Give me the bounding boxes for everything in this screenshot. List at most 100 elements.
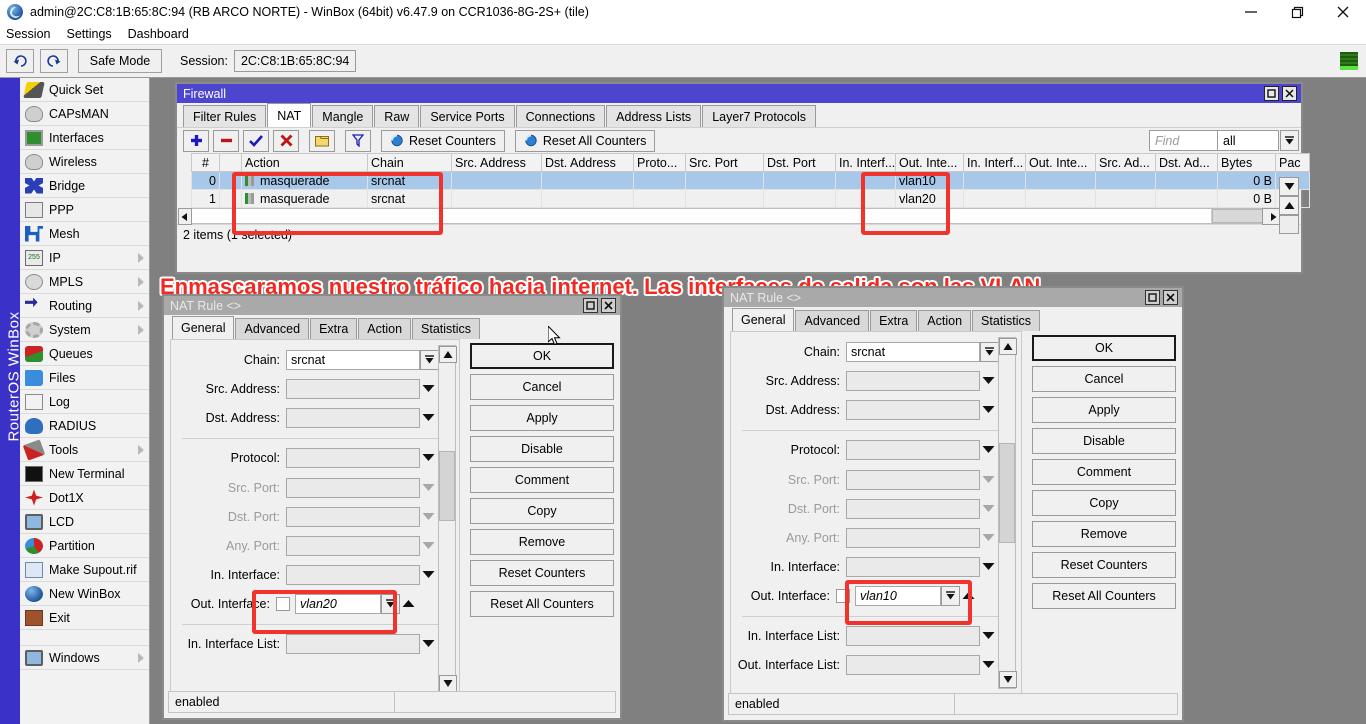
nat-left-out-interface-chevron-up-icon[interactable] [400, 594, 416, 614]
sidebar-item-lcd[interactable]: LCD [20, 510, 149, 534]
firewall-tab-filter-rules[interactable]: Filter Rules [183, 105, 266, 127]
nat-right-dst-address-chevron-down-icon[interactable] [980, 400, 996, 420]
nat-left-src-port-chevron-down-icon[interactable] [420, 478, 436, 498]
nat-left-out-interface-dropdown-icon[interactable] [381, 594, 400, 614]
nat-right-close-button[interactable] [1163, 290, 1178, 305]
sidebar-item-mpls[interactable]: MPLS [20, 270, 149, 294]
nat-right-out-interface-list-chevron-down-icon[interactable] [980, 655, 996, 675]
sidebar-item-new-terminal[interactable]: New Terminal [20, 462, 149, 486]
close-button[interactable] [1320, 0, 1366, 24]
nat-right-tab-action[interactable]: Action [918, 310, 971, 331]
nat-right-comment-button[interactable]: Comment [1032, 459, 1176, 485]
nat-right-dst-port-input[interactable] [846, 499, 980, 519]
nat-left-close-button[interactable] [601, 298, 616, 313]
nat-left-out-interface-negate-checkbox[interactable] [276, 597, 290, 611]
table-row[interactable]: 1masqueradesrcnatvlan200 B [192, 190, 1310, 208]
reset-counters-button[interactable]: Reset Counters [381, 130, 505, 152]
add-rule-button[interactable] [183, 130, 209, 152]
nat-right-out-interface-dropdown-icon[interactable] [941, 586, 960, 606]
nat-right-in-interface-list-chevron-down-icon[interactable] [980, 626, 996, 646]
sidebar-item-interfaces[interactable]: Interfaces [20, 126, 149, 150]
sidebar-item-wireless[interactable]: Wireless [20, 150, 149, 174]
firewall-tab-service-ports[interactable]: Service Ports [420, 105, 514, 127]
nat-right-protocol-chevron-down-icon[interactable] [980, 440, 996, 460]
nat-left-apply-button[interactable]: Apply [470, 405, 614, 431]
nat-right-tab-statistics[interactable]: Statistics [972, 310, 1040, 331]
nat-left-tab-statistics[interactable]: Statistics [412, 318, 480, 339]
column-header[interactable] [220, 154, 242, 172]
nat-left-reset-counters-button[interactable]: Reset Counters [470, 560, 614, 586]
nat-right-remove-button[interactable]: Remove [1032, 521, 1176, 547]
nat-left-protocol-chevron-down-icon[interactable] [420, 448, 436, 468]
firewall-tab-connections[interactable]: Connections [516, 105, 606, 127]
nat-left-dst-port-chevron-down-icon[interactable] [420, 507, 436, 527]
column-header[interactable]: Src. Port [686, 154, 764, 172]
column-header[interactable]: Dst. Port [764, 154, 836, 172]
nat-right-out-interface-input[interactable]: vlan10 [855, 586, 941, 606]
scroll-left-button[interactable] [178, 208, 192, 225]
nat-right-src-port-chevron-down-icon[interactable] [980, 470, 996, 490]
nat-right-chain-input[interactable]: srcnat [846, 342, 980, 362]
sidebar-item-make-supout-rif[interactable]: Make Supout.rif [20, 558, 149, 582]
nat-right-dst-address-input[interactable] [846, 400, 980, 420]
nat-left-in-interface-list-input[interactable] [286, 634, 420, 654]
nat-left-protocol-input[interactable] [286, 448, 420, 468]
nat-left-remove-button[interactable]: Remove [470, 529, 614, 555]
redo-icon[interactable] [40, 49, 68, 73]
column-header[interactable]: Proto... [634, 154, 686, 172]
sidebar-item-capsman[interactable]: CAPsMAN [20, 102, 149, 126]
nat-left-cancel-button[interactable]: Cancel [470, 374, 614, 400]
nat-right-copy-button[interactable]: Copy [1032, 490, 1176, 516]
column-header[interactable]: In. Interf... [836, 154, 896, 172]
sidebar-item-ip[interactable]: 255IP [20, 246, 149, 270]
nat-left-form-scrollbar[interactable] [438, 345, 456, 693]
firewall-close-button[interactable] [1282, 86, 1297, 101]
nat-right-disable-button[interactable]: Disable [1032, 428, 1176, 454]
nat-right-form-scrollbar[interactable] [998, 337, 1016, 689]
nat-right-form-scroll-down[interactable] [999, 671, 1017, 688]
sidebar-item-exit[interactable]: Exit [20, 606, 149, 630]
nat-left-maximize-button[interactable] [583, 298, 598, 313]
nat-right-tab-extra[interactable]: Extra [870, 310, 917, 331]
nat-right-dst-port-chevron-down-icon[interactable] [980, 499, 996, 519]
sidebar-item-mesh[interactable]: Mesh [20, 222, 149, 246]
column-header[interactable]: Src. Ad... [1096, 154, 1156, 172]
nat-right-out-interface-list-input[interactable] [846, 655, 980, 675]
nat-left-comment-button[interactable]: Comment [470, 467, 614, 493]
table-vertical-scrollbar[interactable] [1279, 177, 1299, 253]
enable-rule-button[interactable] [243, 130, 269, 152]
nat-right-tab-advanced[interactable]: Advanced [795, 310, 869, 331]
nat-left-reset-all-counters-button[interactable]: Reset All Counters [470, 591, 614, 617]
maximize-button[interactable] [1274, 0, 1320, 24]
menu-item-session[interactable]: Session [6, 27, 50, 41]
nat-left-copy-button[interactable]: Copy [470, 498, 614, 524]
column-header[interactable]: Bytes [1218, 154, 1276, 172]
menu-item-dashboard[interactable]: Dashboard [128, 27, 189, 41]
nat-right-ok-button[interactable]: OK [1032, 335, 1176, 361]
nat-left-dst-address-chevron-down-icon[interactable] [420, 408, 436, 428]
firewall-tab-raw[interactable]: Raw [374, 105, 419, 127]
column-header[interactable]: Dst. Ad... [1156, 154, 1218, 172]
nat-right-reset-counters-button[interactable]: Reset Counters [1032, 552, 1176, 578]
sidebar-item-bridge[interactable]: Bridge [20, 174, 149, 198]
nat-right-apply-button[interactable]: Apply [1032, 397, 1176, 423]
reset-all-counters-button[interactable]: Reset All Counters [515, 130, 656, 152]
nat-left-tab-action[interactable]: Action [358, 318, 411, 339]
nat-right-chain-dropdown-icon[interactable] [980, 342, 999, 362]
nat-right-reset-all-counters-button[interactable]: Reset All Counters [1032, 583, 1176, 609]
filter-select-chevron-down-icon[interactable] [1280, 130, 1299, 151]
firewall-tab-mangle[interactable]: Mangle [312, 105, 373, 127]
undo-icon[interactable] [6, 49, 34, 73]
sidebar-item-ppp[interactable]: PPP [20, 198, 149, 222]
sidebar-item-radius[interactable]: RADIUS [20, 414, 149, 438]
table-row[interactable]: 0masqueradesrcnatvlan100 B [192, 172, 1310, 190]
nat-left-any-port-input[interactable] [286, 536, 420, 556]
nat-left-in-interface-list-chevron-down-icon[interactable] [420, 634, 436, 654]
menu-item-settings[interactable]: Settings [66, 27, 111, 41]
nat-right-form-scroll-up[interactable] [999, 338, 1017, 355]
nat-right-in-interface-input[interactable] [846, 557, 980, 577]
nat-left-src-port-input[interactable] [286, 478, 420, 498]
scroll-up-button[interactable] [1279, 196, 1299, 215]
nat-left-tab-extra[interactable]: Extra [310, 318, 357, 339]
sidebar-item-system[interactable]: System [20, 318, 149, 342]
